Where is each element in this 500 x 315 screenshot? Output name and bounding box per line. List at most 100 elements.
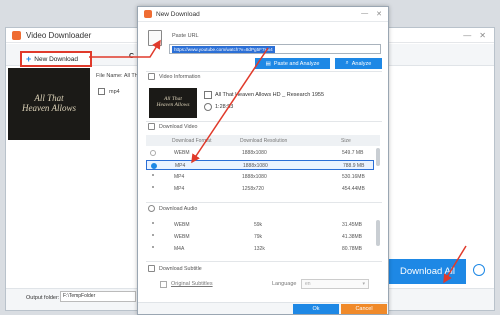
video-list-scrollbar[interactable] (376, 148, 380, 166)
divider (146, 261, 382, 262)
video-table-header: Download Format Download Resolution Size (146, 135, 380, 146)
video-title: All That Heaven Allows HD _ Research 195… (215, 92, 325, 98)
language-value: en (305, 281, 311, 287)
download-all-button[interactable]: Download All (389, 259, 466, 284)
close-icon[interactable]: ✕ (479, 31, 486, 40)
audio-row-size: 41.38MB (342, 234, 363, 240)
output-folder-input[interactable]: F:\TempFolder (60, 291, 136, 302)
paste-and-analyze-label: Paste and Analyze (273, 60, 320, 67)
video-thumbnail: All That Heaven Allows (8, 68, 90, 140)
video-row-resolution: 1258x720 (242, 186, 264, 192)
audio-row-format: WEBM (174, 222, 190, 228)
row-bullet (152, 174, 154, 176)
chevron-down-icon: ▾ (362, 281, 365, 287)
video-row-resolution: 1888x1080 (243, 163, 268, 169)
paste-and-analyze-button[interactable]: ▤ Paste and Analyze (255, 58, 330, 69)
app-title: Video Downloader (26, 30, 92, 40)
video-duration: 1:28:53 (215, 104, 234, 110)
video-row-selected[interactable]: MP4 1888x1080 788.9 MB (146, 160, 374, 170)
audio-row[interactable]: M4A 132k 80.78MB (146, 244, 374, 254)
audio-row-size: 31.45MB (342, 222, 363, 228)
clock-icon (204, 103, 212, 111)
output-folder-label: Output folder: (26, 295, 60, 301)
divider (146, 121, 382, 122)
audio-row-format: M4A (174, 246, 185, 252)
format-icon (98, 88, 105, 95)
audio-row[interactable]: WEBM 79k 41.38MB (146, 232, 374, 242)
row-bullet (152, 234, 154, 236)
toolbar-cut-label: C (129, 53, 135, 60)
video-row[interactable]: WEBM 1888x1080 549.7 MB (146, 148, 374, 158)
row-bullet (152, 222, 154, 224)
cancel-button[interactable]: Cancel (341, 304, 387, 314)
audio-row-bitrate: 59k (254, 222, 263, 228)
download-audio-header: Download Audio (148, 205, 197, 212)
video-row-size: 549.7 MB (342, 150, 364, 156)
dialog-logo-icon (144, 10, 152, 18)
search-icon: ⌕ (345, 60, 349, 66)
download-video-header: Download Video (148, 123, 197, 130)
language-select[interactable]: en ▾ (301, 279, 369, 289)
new-download-label: New Download (34, 55, 78, 63)
audio-row-format: WEBM (174, 234, 190, 240)
close-icon[interactable]: ✕ (376, 10, 382, 18)
window-controls: — ✕ (463, 31, 494, 40)
video-row-format: MP4 (174, 174, 185, 180)
paste-url-label: Paste URL (172, 33, 199, 39)
video-row-size: 530.16MB (342, 174, 365, 180)
plus-icon: + (26, 54, 32, 64)
video-row-size: 454.44MB (342, 186, 365, 192)
audio-list-scrollbar[interactable] (376, 220, 380, 246)
video-file-icon (204, 91, 212, 99)
format-info: mp4 (98, 88, 120, 95)
new-download-dialog: New Download — ✕ Paste URL https://www.y… (137, 6, 389, 315)
language-label: Language (272, 281, 297, 287)
video-row-format: WEBM (174, 150, 190, 156)
video-row-format: MP4 (175, 163, 186, 169)
dialog-window-controls: — ✕ (361, 10, 388, 18)
video-row[interactable]: MP4 1258x720 454.44MB (146, 184, 374, 194)
divider (146, 71, 382, 72)
file-name-label: File Name: All That (96, 73, 143, 79)
download-subtitle-header: Download Subtitle (148, 265, 202, 272)
url-selected-text: https://www.youtube.com/watch?v=8dPg5F7H… (172, 46, 275, 53)
paste-icon: ▤ (265, 60, 271, 67)
video-information-label: Video Information (159, 73, 201, 80)
audio-row-bitrate: 79k (254, 234, 263, 240)
thumbnail-title-line2: Heaven Allows (21, 103, 77, 113)
row-bullet (152, 186, 154, 188)
original-subtitles-label: Original Subtitles (171, 281, 213, 287)
video-row-size: 788.9 MB (343, 163, 365, 169)
divider (146, 202, 382, 203)
download-audio-label: Download Audio (159, 205, 198, 212)
minimize-icon[interactable]: — (361, 10, 368, 18)
audio-note-icon (148, 205, 155, 212)
dialog-title: New Download (156, 10, 200, 18)
video-info-icon (148, 73, 155, 80)
video-row-resolution: 1888x1080 (242, 174, 267, 180)
new-download-button[interactable]: + New Download (20, 51, 92, 67)
minimize-icon[interactable]: — (463, 31, 471, 40)
download-video-icon (148, 123, 155, 130)
video-row[interactable]: MP4 1888x1080 530.16MB (146, 172, 374, 182)
video-thumb-line2: Heaven Allows (156, 102, 190, 108)
video-info-thumbnail: All That Heaven Allows (149, 88, 197, 118)
url-input[interactable]: https://www.youtube.com/watch?v=8dPg5F7H… (169, 44, 381, 54)
audio-row[interactable]: WEBM 59k 31.45MB (146, 220, 374, 230)
analyze-button[interactable]: ⌕ Analyze (335, 58, 382, 69)
analyze-label: Analyze (351, 60, 372, 67)
download-subtitle-label: Download Subtitle (159, 265, 202, 272)
clipboard-icon (148, 30, 162, 46)
video-row-format: MP4 (174, 186, 185, 192)
audio-row-bitrate: 132k (254, 246, 265, 252)
download-video-label: Download Video (159, 123, 198, 130)
audio-row-size: 80.78MB (342, 246, 363, 252)
video-information-header: Video Information (148, 73, 200, 80)
alarm-clock-icon[interactable] (473, 264, 485, 276)
video-row-radio[interactable] (150, 150, 156, 156)
column-size: Size (341, 138, 351, 144)
ok-button[interactable]: Ok (293, 304, 339, 314)
column-download-resolution: Download Resolution (240, 138, 288, 144)
original-subtitles-checkbox[interactable] (160, 281, 167, 288)
video-row-radio-checked[interactable] (151, 163, 157, 169)
